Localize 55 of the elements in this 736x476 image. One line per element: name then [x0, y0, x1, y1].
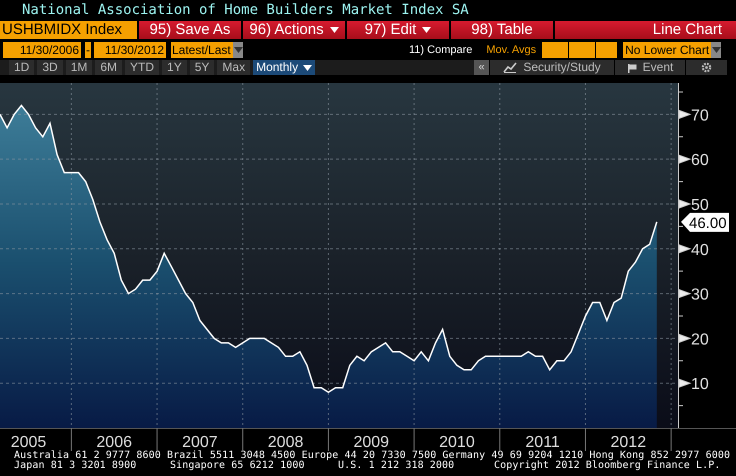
axis-label: 10	[691, 376, 709, 394]
period-tab[interactable]: Max	[217, 60, 250, 75]
axis-label: 2008	[268, 434, 304, 451]
axis-label: 70	[691, 107, 709, 124]
moving-average-field[interactable]	[542, 42, 568, 58]
axis-label: 20	[691, 331, 709, 348]
flag-icon	[626, 62, 637, 72]
tool-button[interactable]: Event	[614, 60, 685, 75]
annotation: 46.00	[689, 214, 727, 232]
moving-average-field[interactable]	[569, 42, 596, 58]
axis-label: 2005	[10, 434, 46, 451]
toolbar-button[interactable]: 98) Table	[451, 21, 553, 39]
footer-text: Australia 61 2 9777 8600 Brazil 5511 3048 4500 Europe 44 20 7330 7500 Germany 49 69 9204 1210 Hong Kong 852 2977 6000	[14, 451, 732, 461]
security-field[interactable]: USHBMIDX Index	[0, 21, 137, 39]
period-tab[interactable]: YTD	[125, 60, 160, 75]
axis-label: 2012	[610, 434, 646, 451]
chart-type-label: Line Chart	[555, 21, 736, 39]
date-separator: -	[85, 42, 91, 58]
collapse-button[interactable]: «	[474, 60, 489, 75]
line-chart-icon	[503, 62, 518, 73]
last-value-label: 46.00	[681, 212, 729, 232]
period-tab[interactable]: 6M	[95, 60, 122, 75]
axis-label: 2010	[439, 434, 475, 451]
period-tab[interactable]: 3D	[37, 60, 63, 75]
axis-label: 2009	[353, 434, 390, 451]
moving-average-field[interactable]	[596, 42, 618, 58]
moving-averages-label[interactable]: Mov. Avgs	[486, 42, 536, 58]
caret-icon	[234, 47, 242, 53]
toolbar-button[interactable]: 97) Edit	[347, 21, 449, 39]
axis-label: 2011	[525, 434, 560, 451]
footer-text: Copyright 2012 Bloomberg Finance L.P.	[494, 461, 720, 471]
axis-label: 60	[691, 152, 709, 170]
axis-label: 2007	[182, 434, 218, 451]
footer-text: Japan 81 3 3201 8900	[14, 461, 138, 471]
tool-button[interactable]: Security/Study	[489, 60, 614, 75]
axis-label: 2006	[96, 434, 132, 451]
start-date-field[interactable]: 11/30/2006	[3, 42, 81, 58]
footer-text: U.S. 1 212 318 2000	[338, 461, 454, 471]
end-date-field[interactable]: 11/30/2012	[94, 42, 166, 58]
toolbar-button[interactable]: 96) Actions	[243, 21, 345, 39]
period-tab[interactable]: 1D	[9, 60, 34, 75]
axis-label: 50	[691, 196, 709, 214]
period-tab[interactable]: 5Y	[190, 60, 214, 75]
axis-label: 30	[691, 286, 709, 304]
toolbar-button[interactable]: 95) Save As	[139, 21, 241, 39]
caret-icon	[712, 47, 721, 53]
compare-button[interactable]: 11) Compare	[409, 42, 472, 58]
window-title: National Association of Home Builders Market Index SA	[21, 1, 470, 20]
footer-text: Singapore 65 6212 1000	[170, 461, 305, 471]
axis-label: 40	[691, 242, 709, 259]
period-tab[interactable]: 1M	[66, 60, 92, 75]
period-tab[interactable]: 1Y	[162, 60, 187, 75]
settings-button[interactable]	[685, 60, 727, 75]
period-tab[interactable]: Monthly	[253, 60, 316, 75]
settings-icon	[701, 62, 712, 73]
